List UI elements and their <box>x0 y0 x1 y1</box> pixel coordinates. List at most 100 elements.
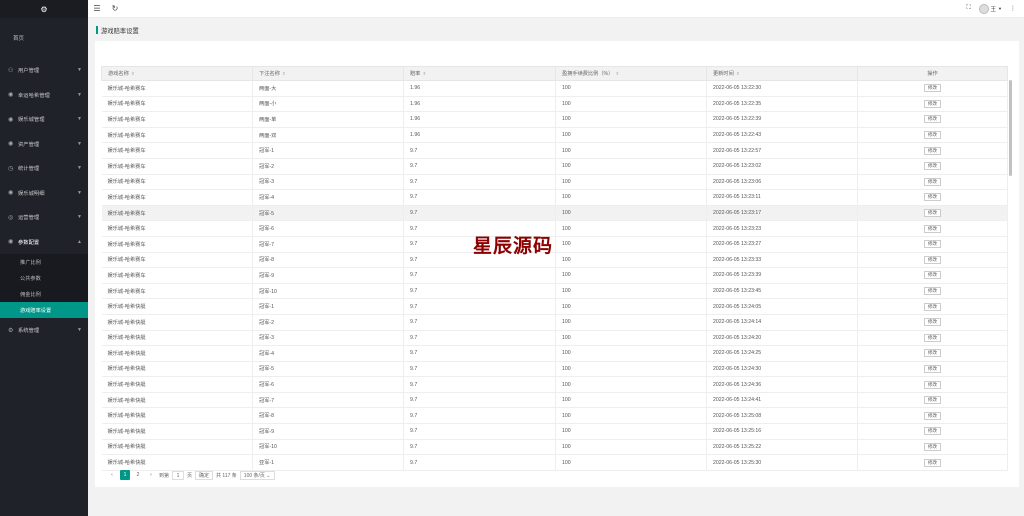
sidebar-item-7[interactable]: ◉ 参数配置 ▲ <box>0 230 88 255</box>
submenu-item-1[interactable]: 公共参数 <box>0 270 88 286</box>
refresh-icon[interactable]: ↻ <box>106 4 124 13</box>
prev-page-button[interactable]: ‹ <box>107 470 117 480</box>
edit-button[interactable]: 修改 <box>924 302 941 311</box>
table-cell: 娱乐城-哈希赛车 <box>101 142 253 159</box>
sidebar-item-system[interactable]: ⚙ 系统管理 ▼ <box>0 318 88 343</box>
chevron-down-icon: ▼ <box>77 189 82 196</box>
table-row[interactable]: 娱乐城-哈希赛车 冠军-5 9.7 100 2022-06-05 13:23:17 修改 <box>101 205 1008 222</box>
table-row[interactable]: 娱乐城-哈希赛车 冠军-2 9.7 100 2022-06-05 13:23:02 修改 <box>101 158 1008 175</box>
table-row[interactable]: 娱乐城-哈希快艇 冠军-10 9.7 100 2022-06-05 13:25:22 修改 <box>101 439 1008 456</box>
edit-button[interactable]: 修改 <box>924 458 941 467</box>
table-cell: 100 <box>555 361 707 378</box>
title-accent-bar <box>96 26 98 34</box>
table-row[interactable]: 娱乐城-哈希快艇 冠军-9 9.7 100 2022-06-05 13:25:16 修改 <box>101 423 1008 440</box>
submenu-item-2[interactable]: 佣金比例 <box>0 286 88 302</box>
sort-icon[interactable]: ⇕ <box>422 71 426 76</box>
table-row[interactable]: 娱乐城-哈希赛车 两面-小 1.96 100 2022-06-05 13:22:35 修改 <box>101 96 1008 113</box>
table-row[interactable]: 娱乐城-哈希赛车 冠军-1 9.7 100 2022-06-05 13:22:57 修改 <box>101 142 1008 159</box>
sidebar-item-3[interactable]: ◉ 资产管理 ▼ <box>0 132 88 157</box>
sidebar-home[interactable]: 首页 <box>0 18 88 58</box>
table-row[interactable]: 娱乐城-哈希赛车 冠军-10 9.7 100 2022-06-05 13:23:45 修改 <box>101 283 1008 300</box>
table-row[interactable]: 娱乐城-哈希赛车 冠军-7 9.7 100 2022-06-05 13:23:27 修改 <box>101 236 1008 253</box>
column-header-4[interactable]: 更新时间 ⇕ <box>706 66 858 81</box>
edit-button[interactable]: 修改 <box>924 318 941 327</box>
edit-button[interactable]: 修改 <box>924 162 941 171</box>
edit-button[interactable]: 修改 <box>924 240 941 249</box>
sidebar-item-4[interactable]: ◷ 统计管理 ▼ <box>0 156 88 181</box>
page-button-2[interactable]: 2 <box>133 470 143 480</box>
table-row[interactable]: 娱乐城-哈希赛车 冠军-8 9.7 100 2022-06-05 13:23:33 修改 <box>101 252 1008 269</box>
table-row[interactable]: 娱乐城-哈希快艇 冠军-3 9.7 100 2022-06-05 13:24:20 修改 <box>101 330 1008 347</box>
scrollbar-thumb[interactable] <box>1009 80 1012 176</box>
goto-confirm-button[interactable]: 确定 <box>195 470 214 480</box>
column-header-3[interactable]: 盈拥手续费比例（%） ⇕ <box>555 66 707 81</box>
edit-button[interactable]: 修改 <box>924 442 941 451</box>
column-header-2[interactable]: 赔率 ⇕ <box>403 66 556 81</box>
column-header-5[interactable]: 操作 <box>857 66 1008 81</box>
table-cell: 娱乐城-哈希赛车 <box>101 111 253 128</box>
table-row[interactable]: 娱乐城-哈希赛车 冠军-6 9.7 100 2022-06-05 13:23:23 修改 <box>101 220 1008 237</box>
table-row[interactable]: 娱乐城-哈希快艇 冠军-8 9.7 100 2022-06-05 13:25:08 修改 <box>101 407 1008 425</box>
fullscreen-icon[interactable]: ⛶ <box>966 5 970 12</box>
sidebar-item-1[interactable]: ◉ 幸运哈希管理 ▼ <box>0 83 88 108</box>
sort-icon[interactable]: ⇕ <box>615 71 619 76</box>
sort-icon[interactable]: ⇕ <box>282 71 286 76</box>
submenu-item-0[interactable]: 推广比例 <box>0 254 88 270</box>
sidebar-item-2[interactable]: ◉ 娱乐城管理 ▼ <box>0 107 88 132</box>
edit-button[interactable]: 修改 <box>924 427 941 436</box>
sidebar-menu: ⚇ 用户管理 ▼ ◉ 幸运哈希管理 ▼ ◉ 娱乐城管理 ▼ ◉ 资产管理 ▼ ◷ 统计管理 ▼ ◉ 娱乐城明细 ▼… <box>0 58 88 343</box>
edit-button[interactable]: 修改 <box>924 146 941 155</box>
submenu-item-3[interactable]: 游戏赔率设置 <box>0 302 88 318</box>
table-cell: 两面-单 <box>252 111 404 128</box>
sidebar-item-6[interactable]: ◎ 运营管理 ▼ <box>0 205 88 230</box>
sidebar-item-5[interactable]: ◉ 娱乐城明细 ▼ <box>0 181 88 206</box>
table-row[interactable]: 娱乐城-哈希赛车 两面-双 1.96 100 2022-06-05 13:22:43 修改 <box>101 127 1008 144</box>
sidebar: ⚙ 首页 ⚇ 用户管理 ▼ ◉ 幸运哈希管理 ▼ ◉ 娱乐城管理 ▼ ◉ 资产管理 ▼ ◷ 统计管理 ▼ ◉ 娱… <box>0 0 88 516</box>
table-row[interactable]: 娱乐城-哈希快艇 冠军-7 9.7 100 2022-06-05 13:24:41 修改 <box>101 392 1008 409</box>
logo-gear-icon[interactable]: ⚙ <box>0 0 88 18</box>
edit-button[interactable]: 修改 <box>924 333 941 342</box>
table-row[interactable]: 娱乐城-哈希赛车 两面-大 1.96 100 2022-06-05 13:22:30 修改 <box>101 80 1008 97</box>
edit-button[interactable]: 修改 <box>924 193 941 202</box>
table-row[interactable]: 娱乐城-哈希快艇 冠军-2 9.7 100 2022-06-05 13:24:14 修改 <box>101 314 1008 331</box>
edit-button[interactable]: 修改 <box>924 380 941 389</box>
edit-button[interactable]: 修改 <box>924 255 941 264</box>
edit-button[interactable]: 修改 <box>924 349 941 358</box>
edit-button[interactable]: 修改 <box>924 364 941 373</box>
edit-button[interactable]: 修改 <box>924 411 941 420</box>
sort-icon[interactable]: ⇕ <box>736 71 740 76</box>
table-row[interactable]: 娱乐城-哈希赛车 冠军-9 9.7 100 2022-06-05 13:23:39 修改 <box>101 267 1008 284</box>
table-row[interactable]: 娱乐城-哈希快艇 冠军-4 9.7 100 2022-06-05 13:24:25 修改 <box>101 345 1008 362</box>
page-size-select[interactable]: 100 条/页 ⌄ <box>239 470 275 480</box>
vertical-scrollbar[interactable] <box>1009 80 1013 466</box>
edit-button[interactable]: 修改 <box>924 131 941 140</box>
edit-button[interactable]: 修改 <box>924 287 941 296</box>
user-menu[interactable]: 王 ▼ <box>978 3 1002 14</box>
table-row[interactable]: 娱乐城-哈希快艇 冠军-6 9.7 100 2022-06-05 13:24:36 修改 <box>101 376 1008 393</box>
table-cell: 冠军-1 <box>252 142 404 159</box>
table-row[interactable]: 娱乐城-哈希快艇 亚军-1 9.7 100 2022-06-05 13:25:30 修改 <box>101 454 1008 471</box>
edit-button[interactable]: 修改 <box>924 209 941 218</box>
edit-button[interactable]: 修改 <box>924 271 941 280</box>
table-row[interactable]: 娱乐城-哈希赛车 两面-单 1.96 100 2022-06-05 13:22:39 修改 <box>101 111 1008 128</box>
sort-icon[interactable]: ⇕ <box>131 71 135 76</box>
more-icon[interactable]: ⋮ <box>1010 5 1016 12</box>
edit-button[interactable]: 修改 <box>924 177 941 186</box>
chevron-down-icon: ▼ <box>77 165 82 172</box>
page-button-1[interactable]: 1 <box>120 470 130 480</box>
edit-button[interactable]: 修改 <box>924 224 941 233</box>
column-header-1[interactable]: 下注名称 ⇕ <box>252 66 404 81</box>
edit-button[interactable]: 修改 <box>924 396 941 405</box>
menu-toggle-icon[interactable]: ☰ <box>88 4 106 13</box>
edit-button[interactable]: 修改 <box>924 99 941 108</box>
edit-button[interactable]: 修改 <box>924 115 941 124</box>
edit-button[interactable]: 修改 <box>924 84 941 93</box>
column-header-0[interactable]: 游戏名称 ⇕ <box>101 66 253 81</box>
table-row[interactable]: 娱乐城-哈希赛车 冠军-3 9.7 100 2022-06-05 13:23:06 修改 <box>101 174 1008 191</box>
goto-page-input[interactable]: 1 <box>172 470 185 480</box>
table-row[interactable]: 娱乐城-哈希快艇 冠军-5 9.7 100 2022-06-05 13:24:30 修改 <box>101 361 1008 378</box>
table-row[interactable]: 娱乐城-哈希快艇 冠军-1 9.7 100 2022-06-05 13:24:05 修改 <box>101 298 1008 315</box>
next-page-button[interactable]: › <box>146 470 156 480</box>
sidebar-item-0[interactable]: ⚇ 用户管理 ▼ <box>0 58 88 83</box>
table-row[interactable]: 娱乐城-哈希赛车 冠军-4 9.7 100 2022-06-05 13:23:11 修改 <box>101 189 1008 206</box>
